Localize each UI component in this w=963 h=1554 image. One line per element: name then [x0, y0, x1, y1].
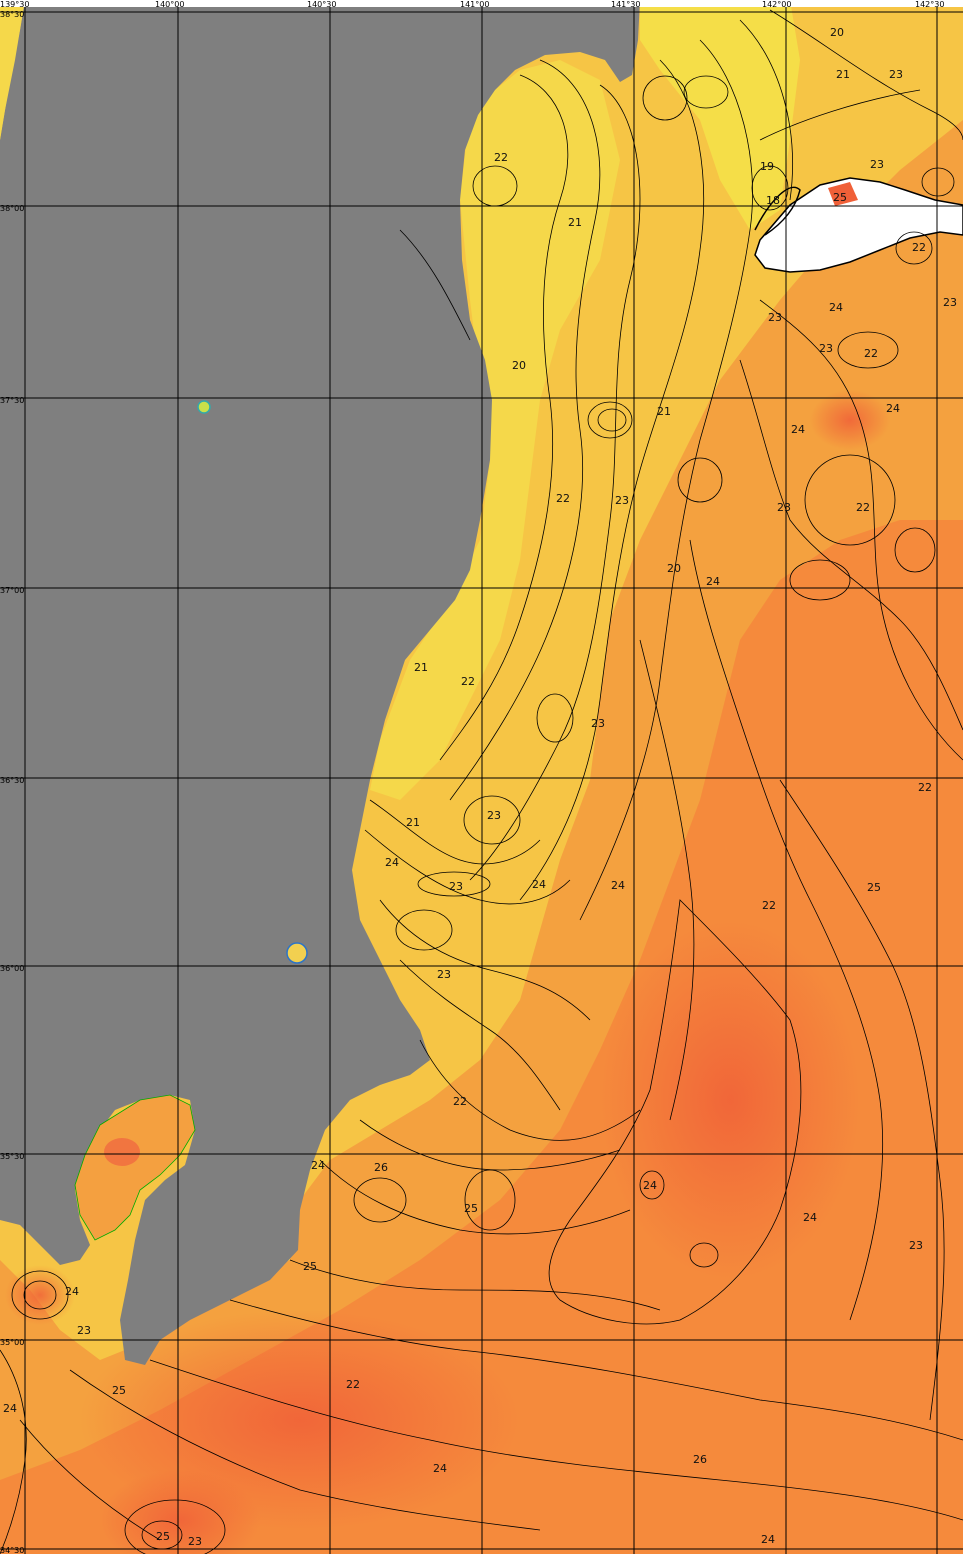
- isotherm-label: 25: [833, 191, 847, 204]
- isotherm-label: 20: [512, 359, 526, 372]
- isotherm-label: 24: [829, 301, 843, 314]
- isotherm-label: 22: [461, 675, 475, 688]
- lon-label: 142°00: [762, 0, 791, 9]
- isotherm-label: 24: [3, 1402, 17, 1415]
- isotherm-label: 19: [760, 160, 774, 173]
- isotherm-label: 25: [303, 1260, 317, 1273]
- isotherm-label: 22: [918, 781, 932, 794]
- bay-warm-core: [104, 1138, 140, 1166]
- isotherm-label: 21: [836, 68, 850, 81]
- isotherm-label: 24: [65, 1285, 79, 1298]
- isotherm-label: 20: [830, 26, 844, 39]
- lat-label: 37°00: [0, 586, 24, 595]
- lat-label: 37°30: [0, 396, 24, 405]
- lat-label: 38°00: [0, 204, 24, 213]
- isotherm-label: 22: [453, 1095, 467, 1108]
- isotherm-label: 18: [766, 194, 780, 207]
- lat-label: 36°30: [0, 776, 24, 785]
- lon-label: 140°30: [307, 0, 336, 9]
- lat-label: 35°00: [0, 1338, 24, 1347]
- isotherm-label: 23: [819, 342, 833, 355]
- isotherm-label: 23: [437, 968, 451, 981]
- lake-inawashiro: [197, 400, 211, 414]
- isotherm-label: 25: [156, 1530, 170, 1543]
- isotherm-label: 24: [706, 575, 720, 588]
- isotherm-label: 23: [777, 501, 791, 514]
- isotherm-label: 23: [188, 1535, 202, 1548]
- lon-label: 140°00: [155, 0, 184, 9]
- isotherm-label: 22: [856, 501, 870, 514]
- isotherm-label: 22: [494, 151, 508, 164]
- lake-kasumigaura: [286, 942, 308, 964]
- isotherm-label: 24: [532, 878, 546, 891]
- isotherm-label: 24: [791, 423, 805, 436]
- isotherm-label: 21: [414, 661, 428, 674]
- isotherm-label: 23: [487, 809, 501, 822]
- isotherm-label: 23: [77, 1324, 91, 1337]
- isotherm-label: 25: [112, 1384, 126, 1397]
- isotherm-label: 24: [886, 402, 900, 415]
- isotherm-label: 23: [449, 880, 463, 893]
- lat-label: 36°00: [0, 964, 24, 973]
- isotherm-label: 23: [909, 1239, 923, 1252]
- isotherm-label: 23: [591, 717, 605, 730]
- isotherm-label: 24: [433, 1462, 447, 1475]
- lon-label: 141°00: [460, 0, 489, 9]
- lat-label: 35°30: [0, 1152, 24, 1161]
- isotherm-label: 20: [667, 562, 681, 575]
- isotherm-label: 22: [912, 241, 926, 254]
- lon-label: 142°30: [915, 0, 944, 9]
- warm-core-east: [600, 920, 860, 1280]
- isotherm-label: 21: [568, 216, 582, 229]
- sea-surface-temperature-map: 139°30 140°00 140°30 141°00 141°30 142°0…: [0, 0, 963, 1554]
- isotherm-label: 21: [406, 816, 420, 829]
- isotherm-label: 24: [385, 856, 399, 869]
- lon-label: 141°30: [611, 0, 640, 9]
- isotherm-label: 24: [643, 1179, 657, 1192]
- isotherm-label: 22: [762, 899, 776, 912]
- isotherm-label: 23: [943, 296, 957, 309]
- isotherm-label: 22: [346, 1378, 360, 1391]
- isotherm-label: 21: [657, 405, 671, 418]
- isotherm-label: 24: [761, 1533, 775, 1546]
- isotherm-label: 22: [556, 492, 570, 505]
- lat-label: 38°30: [0, 10, 24, 19]
- isotherm-label: 22: [864, 347, 878, 360]
- isotherm-label: 26: [374, 1161, 388, 1174]
- isotherm-label: 24: [611, 879, 625, 892]
- isotherm-label: 26: [693, 1453, 707, 1466]
- lat-label: 34°30: [0, 1546, 24, 1554]
- warm-core-north: [810, 390, 890, 450]
- isotherm-label: 24: [311, 1159, 325, 1172]
- lon-label: 139°30: [0, 0, 29, 9]
- isotherm-label: 25: [867, 881, 881, 894]
- isotherm-label: 23: [870, 158, 884, 171]
- isotherm-label: 23: [889, 68, 903, 81]
- isotherm-label: 23: [768, 311, 782, 324]
- isotherm-label: 23: [615, 494, 629, 507]
- isotherm-label: 24: [803, 1211, 817, 1224]
- isotherm-label: 25: [464, 1202, 478, 1215]
